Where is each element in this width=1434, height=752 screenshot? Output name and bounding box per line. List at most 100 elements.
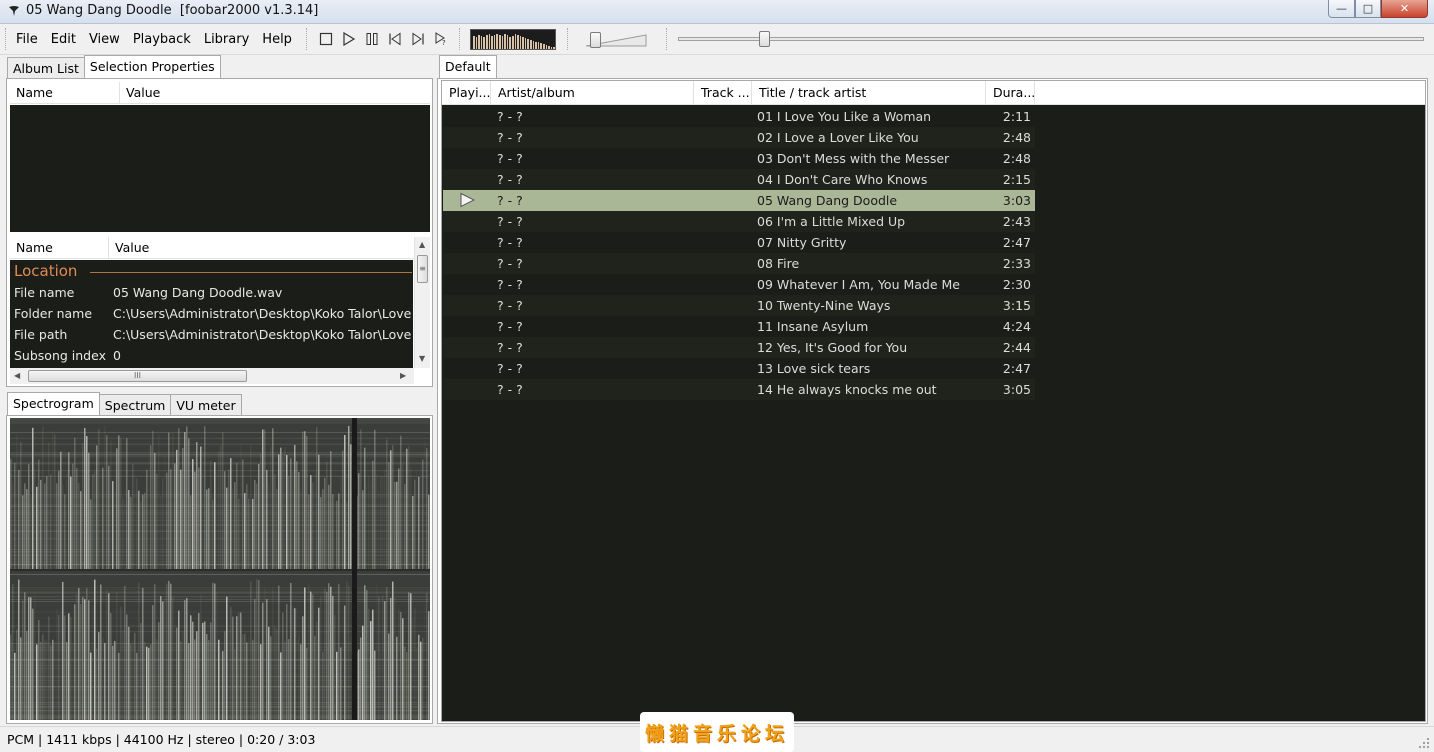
row-title: 12 Yes, It's Good for You: [757, 340, 908, 355]
group-location: Location: [14, 262, 78, 280]
minimize-button[interactable]: —: [1328, 0, 1355, 18]
spectrum-bar: [498, 35, 501, 49]
scroll-up-arrow[interactable]: ▲: [419, 240, 425, 249]
row-duration: 2:43: [1002, 214, 1031, 229]
spectrum-bar: [501, 36, 504, 49]
column-title[interactable]: Title / track artist: [752, 81, 986, 105]
spectrum-bar: [483, 37, 485, 49]
toolbar-grip[interactable]: [5, 28, 8, 50]
playlist-row[interactable]: ? - ? 07 Nitty Gritty 2:47: [443, 232, 1035, 253]
scroll-down-arrow[interactable]: ▼: [419, 354, 425, 363]
row-artist-album: ? - ?: [497, 214, 523, 229]
row-title: 04 I Don't Care Who Knows: [757, 172, 928, 187]
tab-spectrogram[interactable]: Spectrogram: [7, 392, 100, 415]
spectrum-bar: [511, 36, 514, 49]
resize-grip-icon[interactable]: [1418, 737, 1430, 749]
spectrum-bar: [530, 40, 532, 49]
foobar-app-icon[interactable]: [8, 5, 20, 17]
property-name: File name: [14, 285, 75, 300]
column-track-no[interactable]: Track ...: [694, 81, 752, 105]
toolbar-grip[interactable]: [666, 28, 669, 50]
spectrum-bar: [496, 34, 498, 49]
column-name[interactable]: Name: [10, 237, 109, 258]
mini-spectrum-visualisation: [470, 29, 556, 50]
play-button[interactable]: [341, 31, 357, 47]
playlist-row[interactable]: ? - ? 14 He always knocks me out 3:05: [443, 379, 1035, 400]
playlist-row[interactable]: ? - ? 12 Yes, It's Good for You 2:44: [443, 337, 1035, 358]
next-icon: [412, 32, 424, 46]
column-value[interactable]: Value: [120, 82, 430, 103]
column-playing[interactable]: Playi...: [442, 81, 491, 105]
toolbar-grip[interactable]: [459, 28, 462, 50]
menu-view[interactable]: View: [89, 32, 120, 47]
row-artist-album: ? - ?: [497, 340, 523, 355]
playlist-row[interactable]: ? - ? 11 Insane Asylum 4:24: [443, 316, 1035, 337]
tab-album-list[interactable]: Album List: [7, 57, 85, 78]
playlist-row[interactable]: ? - ? 13 Love sick tears 2:47: [443, 358, 1035, 379]
volume-thumb[interactable]: [590, 32, 601, 48]
column-name[interactable]: Name: [10, 82, 120, 103]
spectrum-bar: [537, 42, 540, 49]
playlist-row[interactable]: ? - ? 06 I'm a Little Mixed Up 2:43: [443, 211, 1035, 232]
playlist-row[interactable]: ? - ? 08 Fire 2:33: [443, 253, 1035, 274]
seek-bar[interactable]: [678, 31, 1424, 47]
menu-help[interactable]: Help: [262, 32, 292, 47]
maximize-button[interactable]: □: [1355, 0, 1381, 18]
row-duration: 2:48: [1002, 151, 1031, 166]
menu-file[interactable]: File: [16, 32, 38, 47]
spectrum-bar: [532, 41, 535, 49]
row-duration: 3:05: [1002, 382, 1031, 397]
menu-bar: File Edit View Playback Library Help: [16, 32, 305, 47]
top-list-body[interactable]: [10, 105, 430, 232]
row-duration: 2:15: [1002, 172, 1031, 187]
playlist-row[interactable]: ? - ? 03 Don't Mess with the Messer 2:48: [443, 148, 1035, 169]
spectrum-bar: [493, 35, 496, 49]
random-button[interactable]: ?: [433, 31, 449, 47]
seek-thumb[interactable]: [759, 31, 770, 47]
seek-track[interactable]: [678, 37, 1424, 41]
toolbar-grip[interactable]: [306, 28, 309, 50]
playlist-row[interactable]: ? - ? 10 Twenty-Nine Ways 3:15: [443, 295, 1035, 316]
column-duration[interactable]: Dura...: [986, 81, 1035, 105]
pause-button[interactable]: [364, 31, 380, 47]
properties-vertical-scrollbar[interactable]: ▲ ≡ ▼: [414, 237, 430, 368]
close-button[interactable]: ✕: [1381, 0, 1428, 18]
previous-button[interactable]: [387, 31, 403, 47]
properties-horizontal-scrollbar[interactable]: ◀ III ▶: [10, 368, 414, 384]
spectrum-bar: [478, 35, 480, 49]
row-duration: 3:03: [1002, 193, 1031, 208]
spectrum-bar: [553, 47, 555, 49]
tab-selection-properties[interactable]: Selection Properties: [83, 55, 221, 78]
playback-status: PCM | 1411 kbps | 44100 Hz | stereo | 0:…: [7, 732, 316, 747]
playlist-row[interactable]: ? - ? 05 Wang Dang Doodle 3:03: [443, 190, 1035, 211]
scroll-right-arrow[interactable]: ▶: [400, 371, 406, 380]
next-button[interactable]: [410, 31, 426, 47]
playlist-row[interactable]: ? - ? 04 I Don't Care Who Knows 2:15: [443, 169, 1035, 190]
menu-library[interactable]: Library: [204, 32, 249, 47]
horizontal-scroll-thumb[interactable]: III: [28, 370, 247, 382]
toolbar-grip[interactable]: [567, 28, 570, 50]
stop-button[interactable]: [318, 31, 334, 47]
row-duration: 2:11: [1002, 109, 1031, 124]
menu-edit[interactable]: Edit: [51, 32, 76, 47]
menu-playback[interactable]: Playback: [133, 32, 191, 47]
column-artist-album[interactable]: Artist/album: [491, 81, 694, 105]
play-icon: [343, 32, 356, 46]
column-value[interactable]: Value: [109, 237, 414, 258]
properties-list[interactable]: Location File name 05 Wang Dang Doodle.w…: [10, 260, 413, 368]
spectrum-bar: [540, 43, 543, 49]
tab-spectrum[interactable]: Spectrum: [98, 394, 172, 415]
row-artist-album: ? - ?: [497, 193, 523, 208]
playlist-view[interactable]: Playi... Artist/album Track ... Title / …: [441, 80, 1426, 722]
scroll-left-arrow[interactable]: ◀: [14, 371, 20, 380]
tab-playlist-default[interactable]: Default: [439, 55, 497, 78]
tab-vu-meter[interactable]: VU meter: [170, 394, 242, 415]
playlist-row[interactable]: ? - ? 09 Whatever I Am, You Made Me 2:30: [443, 274, 1035, 295]
spectrum-bar: [535, 42, 537, 49]
playlist-row[interactable]: ? - ? 01 I Love You Like a Woman 2:11: [443, 106, 1035, 127]
vertical-scroll-thumb[interactable]: ≡: [417, 255, 428, 283]
row-title: 05 Wang Dang Doodle: [757, 193, 898, 208]
playlist-row[interactable]: ? - ? 02 I Love a Lover Like You 2:48: [443, 127, 1035, 148]
row-artist-album: ? - ?: [497, 109, 523, 124]
volume-slider[interactable]: [584, 31, 648, 49]
